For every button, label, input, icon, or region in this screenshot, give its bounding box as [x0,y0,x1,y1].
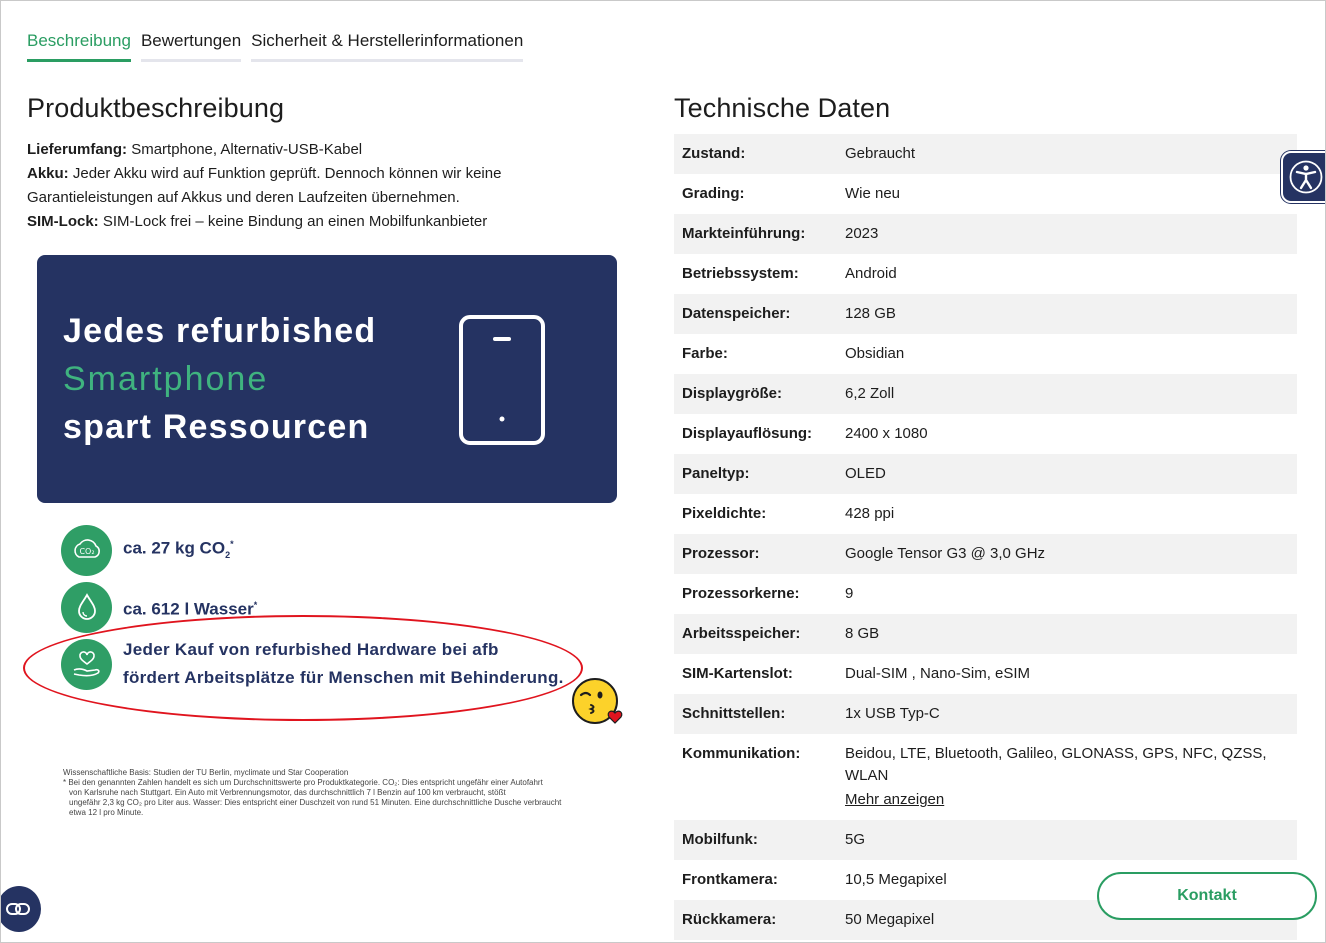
tab-bewertungen[interactable]: Bewertungen [140,29,242,62]
footnote: Wissenschaftliche Basis: Studien der TU … [63,768,562,817]
fact-co2: CO₂ ca. 27 kg CO2* [61,524,621,576]
show-more-link[interactable]: Mehr anzeigen [845,789,944,811]
product-detail-page: Beschreibung Bewertungen Sicherheit & He… [0,0,1326,943]
chat-button[interactable] [1,886,41,932]
table-row: Displaygröße: 6,2 Zoll [674,374,1297,414]
water-drop-icon [61,581,112,633]
co2-icon: CO₂ [61,524,112,576]
specs-section: Technische Daten Zustand: Gebraucht Gradi… [674,93,1297,940]
table-row: Paneltyp: OLED [674,454,1297,494]
accessibility-icon [1289,160,1323,194]
table-row: Prozessor: Google Tensor G3 @ 3,0 GHz [674,534,1297,574]
table-row: Prozessorkerne: 9 [682,585,854,602]
table-row: Farbe: Obsidian [682,345,905,362]
contact-button[interactable]: Kontakt [1097,872,1317,920]
table-row: SIM-Kartenslot: Dual-SIM , Nano-Sim, eSIM [682,665,1031,682]
description-text: Lieferumfang: Smartphone, Alternativ-USB… [27,138,627,234]
heart-hand-icon [61,638,112,690]
table-row: Kommunikation: Beidou, LTE, Bluetooth, G… [674,734,1297,820]
chat-icon [6,903,30,915]
fact-inclusion: Jeder Kauf von refurbished Hardware bei … [61,638,621,690]
specs-table: Zustand: Gebraucht Grading: Wie neu Markte… [674,134,1297,940]
fact-water: ca. 612 l Wasser* [61,581,621,633]
accessibility-button[interactable] [1281,151,1325,203]
desc-line: SIM-Lock: SIM-Lock frei – keine Bindung … [27,213,488,230]
table-row: Schnittstellen: 1x USB Typ-C [674,694,1297,734]
tab-sicherheit[interactable]: Sicherheit & Herstellerinformationen [251,29,524,62]
tab-beschreibung[interactable]: Beschreibung [27,29,131,62]
desc-line: Garantieleistungen auf Akkus und deren L… [27,189,460,206]
table-row: Zustand: Gebraucht [674,134,1297,174]
table-row: Datenspeicher: 128 GB [674,294,1297,334]
tab-bar: Beschreibung Bewertungen Sicherheit & He… [27,29,524,62]
svg-text:CO₂: CO₂ [79,547,94,556]
table-row: Mobilfunk: 5G [674,820,1297,860]
kiss-emoji-icon [572,678,623,724]
table-row: Displayauflösung: 2400 x 1080 [682,425,928,442]
smartphone-icon [459,315,545,445]
specs-title: Technische Daten [674,93,891,123]
sustainability-facts: CO₂ ca. 27 kg CO2* ca. 612 l Wasser* Jed… [61,524,621,696]
table-row: Pixeldichte: 428 ppi [682,505,895,522]
table-row: Grading: Wie neu [682,185,901,202]
description-section: Produktbeschreibung Lieferumfang: Smartp… [27,93,627,234]
refurbished-banner: Jedes refurbished Smartphone spart Resso… [37,255,617,503]
desc-line: Akku: Jeder Akku wird auf Funktion geprü… [27,165,502,182]
desc-line: Lieferumfang: Smartphone, Alternativ-USB… [27,141,363,158]
description-title: Produktbeschreibung [27,93,285,123]
table-row: Betriebssystem: Android [682,265,897,282]
table-row: Markteinführung: 2023 [674,214,1297,254]
table-row: Arbeitsspeicher: 8 GB [674,614,1297,654]
banner-text: Jedes refurbished Smartphone spart Resso… [63,312,377,446]
